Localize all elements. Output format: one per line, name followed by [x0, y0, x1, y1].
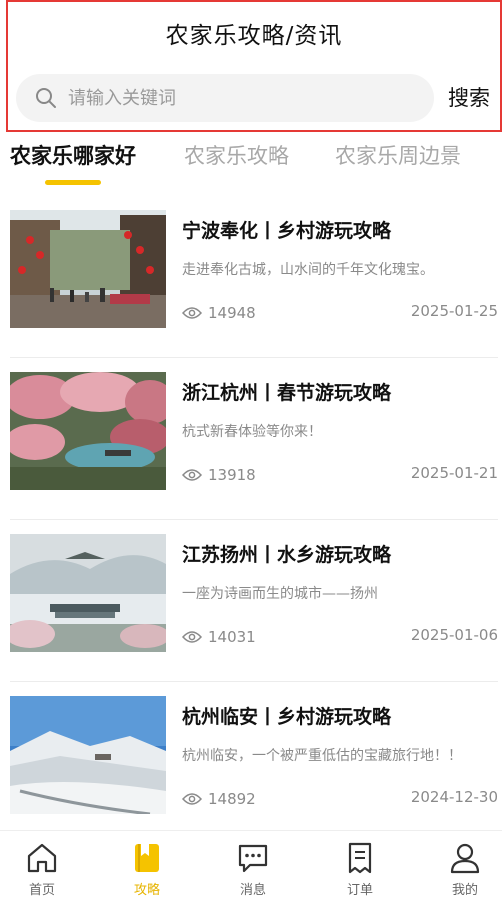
- tabbar-label: 我的: [451, 883, 478, 898]
- eye-icon: [182, 793, 202, 805]
- tabbar-item-orders[interactable]: 订单: [320, 841, 400, 898]
- publish-date: 2025-01-21: [410, 464, 498, 482]
- view-count: 14892: [182, 790, 256, 808]
- view-count-value: 14892: [208, 790, 256, 808]
- active-tab-indicator: [45, 180, 101, 185]
- article-thumbnail-snowy-mountain: [10, 696, 166, 814]
- tabbar-item-guide[interactable]: 攻略: [107, 841, 187, 898]
- article-card[interactable]: 杭州临安丨乡村游玩攻略 杭州临安，一个被严重低估的宝藏旅行地！！ 14892 2…: [10, 682, 498, 844]
- tabbar-label: 消息: [239, 883, 266, 898]
- view-count: 14031: [182, 628, 256, 646]
- article-title: 浙江杭州丨春节游玩攻略: [182, 382, 392, 404]
- tabbar-item-home[interactable]: 首页: [2, 841, 82, 898]
- search-input[interactable]: [68, 87, 434, 109]
- article-description: 走进奉化古城，山水间的千年文化瑰宝。: [182, 262, 434, 278]
- header-panel: 农家乐攻略/资讯 搜索: [6, 0, 502, 132]
- article-title: 江苏扬州丨水乡游玩攻略: [182, 544, 392, 566]
- article-description: 杭式新春体验等你来！: [182, 424, 322, 440]
- publish-date: 2024-12-30: [410, 788, 498, 806]
- view-count-value: 14031: [208, 628, 256, 646]
- article-card[interactable]: 宁波奉化丨乡村游玩攻略 走进奉化古城，山水间的千年文化瑰宝。 14948 202…: [10, 196, 498, 358]
- view-count: 14948: [182, 304, 256, 322]
- article-thumbnail-old-town: [10, 210, 166, 328]
- eye-icon: [182, 307, 202, 319]
- article-title: 宁波奉化丨乡村游玩攻略: [182, 220, 392, 242]
- user-icon: [450, 843, 480, 874]
- publish-date: 2025-01-06: [410, 626, 498, 644]
- guide-book-icon: [135, 844, 159, 872]
- page-title: 农家乐攻略/资讯: [165, 23, 343, 49]
- article-thumbnail-misty-lake: [10, 534, 166, 652]
- bottom-tab-bar: 首页 攻略 消息 订单 我的: [0, 830, 502, 902]
- search-icon: [36, 88, 56, 108]
- eye-icon: [182, 469, 202, 481]
- search-box[interactable]: [16, 74, 434, 122]
- eye-icon: [182, 631, 202, 643]
- tabbar-label: 攻略: [133, 883, 160, 898]
- article-card[interactable]: 浙江杭州丨春节游玩攻略 杭式新春体验等你来！ 13918 2025-01-21: [10, 358, 498, 520]
- publish-date: 2025-01-25: [410, 302, 498, 320]
- view-count-value: 13918: [208, 466, 256, 484]
- article-thumbnail-plum-garden: [10, 372, 166, 490]
- tab-farmstay-guide[interactable]: 农家乐攻略: [184, 140, 289, 170]
- tabbar-label: 首页: [28, 883, 55, 898]
- view-count-value: 14948: [208, 304, 256, 322]
- tabbar-label: 订单: [346, 883, 373, 898]
- tabbar-item-messages[interactable]: 消息: [213, 841, 293, 898]
- tab-best-farmstay[interactable]: 农家乐哪家好: [10, 140, 136, 170]
- message-icon: [238, 844, 268, 873]
- article-card[interactable]: 江苏扬州丨水乡游玩攻略 一座为诗画而生的城市——扬州 14031 2025-01…: [10, 520, 498, 682]
- view-count: 13918: [182, 466, 256, 484]
- article-description: 一座为诗画而生的城市——扬州: [182, 586, 378, 602]
- tab-nearby-scenery[interactable]: 农家乐周边景: [335, 140, 461, 170]
- order-icon: [348, 842, 372, 874]
- article-description: 杭州临安，一个被严重低估的宝藏旅行地！！: [182, 748, 462, 764]
- search-button[interactable]: 搜索: [448, 82, 490, 112]
- tabbar-item-profile[interactable]: 我的: [425, 841, 502, 898]
- home-icon: [27, 843, 57, 873]
- article-title: 杭州临安丨乡村游玩攻略: [182, 706, 392, 728]
